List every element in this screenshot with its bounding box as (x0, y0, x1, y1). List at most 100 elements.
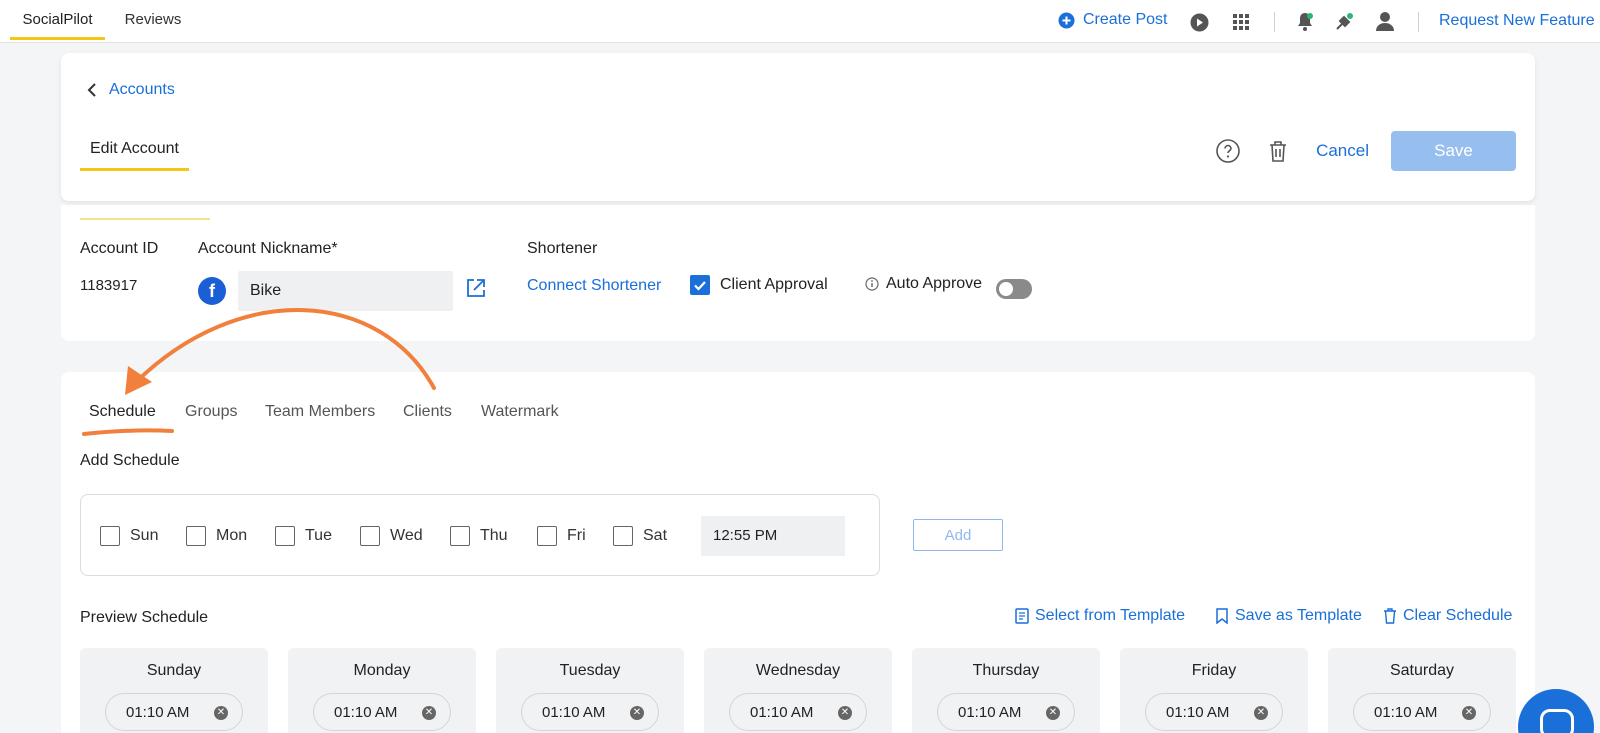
grid-icon[interactable] (1230, 11, 1252, 33)
chevron-left-icon (87, 83, 96, 97)
day-option-fri[interactable]: Fri (537, 526, 586, 546)
nav-tab-socialpilot[interactable]: SocialPilot (10, 0, 105, 40)
day-option-mon[interactable]: Mon (186, 526, 247, 546)
remove-time-icon[interactable]: ✕ (1046, 706, 1060, 720)
remove-time-icon[interactable]: ✕ (214, 706, 228, 720)
clear-schedule-link[interactable]: Clear Schedule (1383, 607, 1512, 625)
save-button[interactable]: Save (1391, 131, 1516, 171)
preview-day-name: Friday (1191, 662, 1237, 679)
plus-circle-icon (1058, 12, 1075, 28)
info-icon[interactable] (865, 277, 879, 296)
back-to-accounts-link[interactable]: Accounts (87, 81, 175, 99)
remove-time-icon[interactable]: ✕ (422, 706, 436, 720)
create-post-label: Create Post (1083, 11, 1168, 28)
time-slot-label: 01:10 AM (126, 703, 190, 721)
trash-icon[interactable] (1268, 140, 1288, 162)
request-feature-link[interactable]: Request New Feature (1439, 12, 1595, 30)
template-icon (1015, 608, 1029, 624)
nav-tab-reviews[interactable]: Reviews (112, 0, 194, 40)
day-label: Thu (480, 527, 508, 544)
time-slot-chip: 01:10 AM ✕ (313, 693, 451, 731)
client-approval-label: Client Approval (720, 276, 828, 293)
day-checkbox[interactable] (537, 526, 557, 546)
account-id-label: Account ID (80, 240, 159, 257)
account-nickname-input[interactable] (238, 271, 453, 311)
user-icon[interactable] (1374, 10, 1396, 32)
remove-time-icon[interactable]: ✕ (1254, 706, 1268, 720)
select-template-label: Select from Template (1035, 607, 1185, 624)
edit-account-header: Accounts Edit Account Cancel Save (61, 53, 1535, 201)
bell-icon[interactable] (1294, 11, 1316, 33)
preview-day-column: Friday 01:10 AM ✕ (1120, 648, 1308, 733)
clear-schedule-label: Clear Schedule (1403, 607, 1513, 624)
day-checkbox[interactable] (186, 526, 206, 546)
facebook-icon: f (198, 277, 226, 305)
preview-day-name: Saturday (1389, 662, 1455, 679)
account-nickname-label: Account Nickname* (198, 240, 338, 257)
time-slot-chip: 01:10 AM ✕ (937, 693, 1075, 731)
client-approval-option[interactable]: Client Approval (690, 275, 828, 295)
time-slot-label: 01:10 AM (542, 703, 606, 721)
time-slot-chip: 01:10 AM ✕ (1145, 693, 1283, 731)
day-label: Tue (305, 527, 332, 544)
preview-day-column: Tuesday 01:10 AM ✕ (496, 648, 684, 733)
day-option-sat[interactable]: Sat (613, 526, 667, 546)
remove-time-icon[interactable]: ✕ (1462, 706, 1476, 720)
tab-groups[interactable]: Groups (185, 403, 237, 421)
day-checkbox[interactable] (100, 526, 120, 546)
time-slot-label: 01:10 AM (750, 703, 814, 721)
tab-team-members[interactable]: Team Members (265, 403, 375, 421)
preview-day-name: Monday (353, 662, 411, 679)
satellite-icon[interactable] (1333, 11, 1355, 33)
top-navbar: SocialPilot Reviews Create Post Request … (0, 0, 1600, 43)
nav-divider (1274, 12, 1275, 32)
day-option-thu[interactable]: Thu (450, 526, 508, 546)
day-option-tue[interactable]: Tue (275, 526, 332, 546)
time-slot-chip: 01:10 AM ✕ (521, 693, 659, 731)
back-label: Accounts (109, 81, 175, 98)
bookmark-icon (1216, 608, 1228, 624)
day-label: Fri (567, 527, 586, 544)
play-icon[interactable] (1188, 11, 1210, 33)
auto-approve-toggle[interactable] (996, 279, 1032, 299)
tab-schedule[interactable]: Schedule (89, 403, 156, 421)
create-post-button[interactable]: Create Post (1058, 11, 1167, 29)
select-template-link[interactable]: Select from Template (1015, 607, 1185, 625)
time-slot-label: 01:10 AM (1374, 703, 1438, 721)
tab-clients[interactable]: Clients (403, 403, 452, 421)
time-slot-chip: 01:10 AM ✕ (1353, 693, 1491, 731)
client-approval-checkbox[interactable] (690, 275, 710, 295)
save-template-link[interactable]: Save as Template (1215, 607, 1362, 625)
nav-divider (1418, 12, 1419, 32)
connect-shortener-link[interactable]: Connect Shortener (527, 277, 661, 295)
cancel-button[interactable]: Cancel (1316, 141, 1369, 161)
add-schedule-box: Sun Mon Tue Wed Thu Fri Sat 12:55 PM (80, 494, 880, 576)
day-label: Wed (390, 527, 423, 544)
save-template-label: Save as Template (1235, 607, 1362, 624)
day-checkbox[interactable] (275, 526, 295, 546)
account-id-value: 1183917 (80, 277, 138, 294)
tab-underline-fragment (80, 218, 210, 220)
remove-time-icon[interactable]: ✕ (838, 706, 852, 720)
tab-watermark[interactable]: Watermark (481, 403, 559, 421)
day-checkbox[interactable] (450, 526, 470, 546)
remove-time-icon[interactable]: ✕ (630, 706, 644, 720)
header-actions: Cancel Save (1216, 131, 1516, 171)
day-label: Mon (216, 527, 248, 544)
help-icon[interactable] (1216, 139, 1240, 163)
day-checkbox[interactable] (360, 526, 380, 546)
day-option-sun[interactable]: Sun (100, 526, 158, 546)
time-slot-label: 01:10 AM (334, 703, 398, 721)
day-option-wed[interactable]: Wed (360, 526, 423, 546)
tab-edit-account[interactable]: Edit Account (80, 137, 189, 171)
external-link-icon[interactable] (465, 277, 487, 304)
preview-day-name: Tuesday (559, 662, 621, 679)
time-slot-label: 01:10 AM (1166, 703, 1230, 721)
trash-icon (1384, 608, 1396, 624)
preview-day-name: Wednesday (755, 662, 841, 679)
add-schedule-button[interactable]: Add (913, 519, 1003, 551)
preview-day-column: Wednesday 01:10 AM ✕ (704, 648, 892, 733)
day-checkbox[interactable] (613, 526, 633, 546)
schedule-time-input[interactable]: 12:55 PM (701, 516, 845, 556)
time-slot-chip: 01:10 AM ✕ (105, 693, 243, 731)
